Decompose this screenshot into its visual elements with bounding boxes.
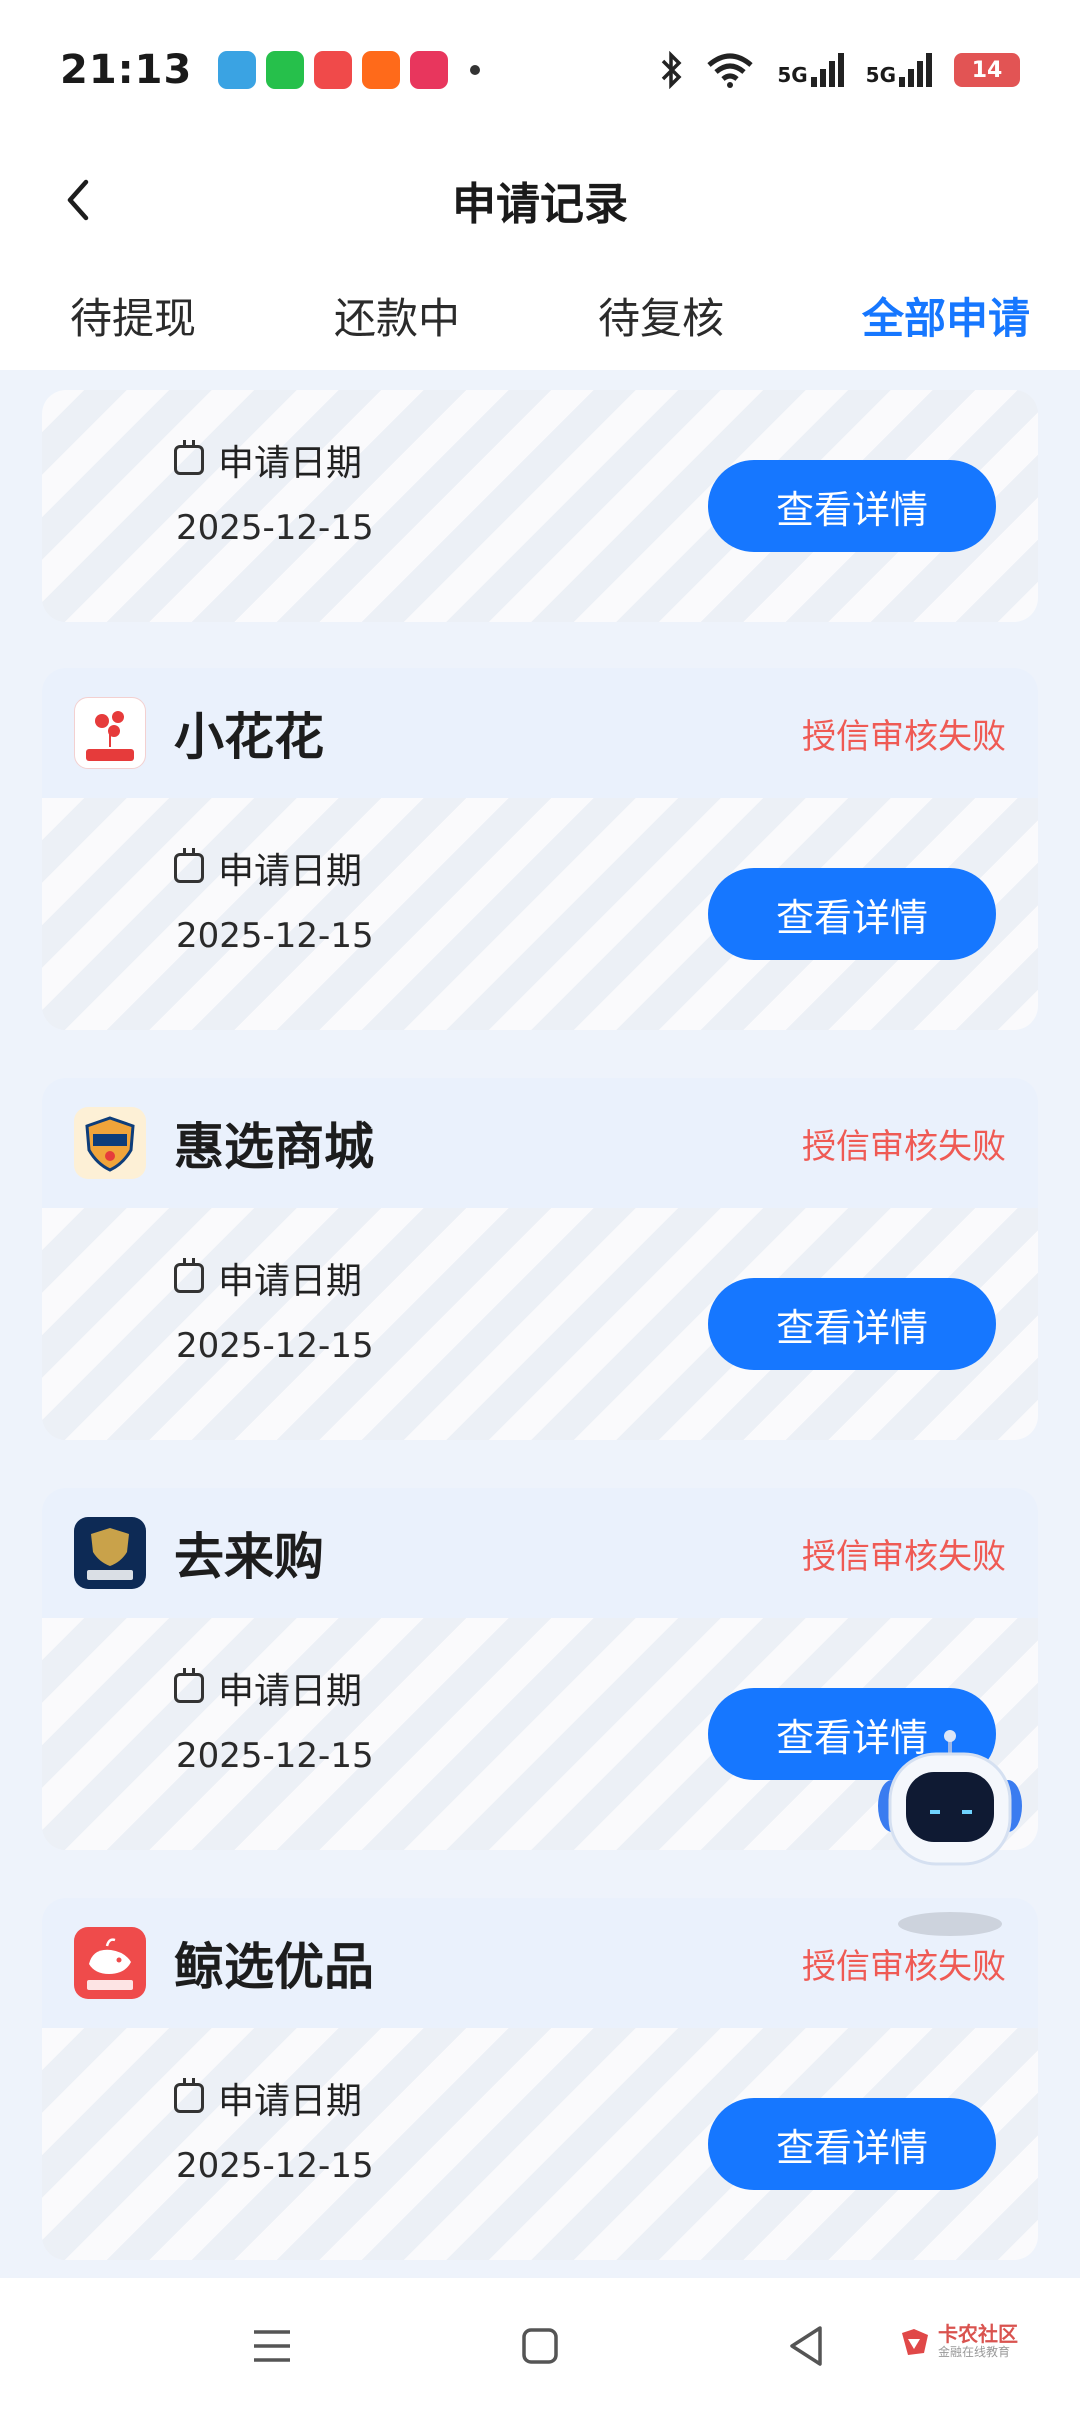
view-details-button[interactable]: 查看详情 bbox=[708, 1278, 996, 1370]
tab-repaying[interactable]: 还款中 bbox=[334, 285, 460, 346]
calendar-icon bbox=[174, 2078, 204, 2113]
more-notifications-icon bbox=[470, 65, 481, 75]
application-date: 2025-12-15 bbox=[176, 1736, 374, 1776]
date-label: 申请日期 bbox=[174, 842, 362, 894]
back-nav-icon[interactable] bbox=[778, 2318, 834, 2374]
date-label-text: 申请日期 bbox=[218, 1671, 363, 1712]
app-name: 鲸选优品 bbox=[174, 1938, 374, 1996]
page-title: 申请记录 bbox=[452, 179, 628, 230]
watermark-subtext: 金融在线教育 bbox=[938, 2345, 1011, 2359]
watermark-text: 卡农社区 bbox=[938, 2322, 1018, 2346]
notification-icons bbox=[218, 51, 481, 89]
menu-icon[interactable] bbox=[244, 2318, 300, 2374]
status-badge: 授信审核失败 bbox=[802, 1536, 1006, 1577]
network-type-1: 5G bbox=[777, 63, 808, 87]
application-date: 2025-12-15 bbox=[176, 1326, 374, 1366]
status-badge: 授信审核失败 bbox=[802, 1126, 1006, 1167]
app-name: 小花花 bbox=[174, 708, 324, 766]
tab-pending-review[interactable]: 待复核 bbox=[598, 285, 724, 346]
status-badge: 授信审核失败 bbox=[802, 716, 1006, 757]
kuaishou-app-icon bbox=[362, 51, 401, 89]
application-list[interactable]: 申请日期 2025-12-15 查看详情 小花花 授信审核失败 申请日期 202… bbox=[0, 370, 1080, 2278]
xiaohuahua-logo-icon bbox=[74, 697, 146, 769]
date-label-text: 申请日期 bbox=[218, 443, 363, 484]
watermark: 卡农社区 金融在线教育 bbox=[898, 2324, 1018, 2361]
application-date: 2025-12-15 bbox=[176, 508, 374, 548]
tab-all-applications[interactable]: 全部申请 bbox=[862, 285, 1030, 346]
calendar-icon bbox=[174, 1258, 204, 1293]
calendar-icon bbox=[174, 1668, 204, 1703]
status-bar: 21:13 5G 5G 14 bbox=[0, 0, 1080, 140]
card-header: 惠选商城 授信审核失败 bbox=[42, 1078, 1038, 1208]
application-date: 2025-12-15 bbox=[176, 916, 374, 956]
status-badge: 授信审核失败 bbox=[802, 1946, 1006, 1987]
date-label-text: 申请日期 bbox=[218, 2081, 363, 2122]
app-name: 去来购 bbox=[174, 1528, 324, 1586]
card-header: 小花花 授信审核失败 bbox=[42, 668, 1038, 798]
huixuan-mall-logo-icon bbox=[74, 1107, 146, 1179]
date-label: 申请日期 bbox=[174, 434, 362, 486]
signal-2-icon: 5G bbox=[866, 53, 932, 87]
date-label: 申请日期 bbox=[174, 1252, 362, 1304]
date-label: 申请日期 bbox=[174, 1662, 362, 1714]
card-body: 申请日期 2025-12-15 查看详情 bbox=[42, 798, 1038, 1030]
wifi-icon bbox=[707, 53, 753, 88]
date-label-text: 申请日期 bbox=[218, 851, 363, 892]
jingxuan-logo-icon bbox=[74, 1927, 146, 1999]
view-details-button[interactable]: 查看详情 bbox=[708, 460, 996, 552]
calendar-icon bbox=[174, 440, 204, 475]
application-card: 申请日期 2025-12-15 查看详情 bbox=[42, 390, 1038, 622]
card-header: 鲸选优品 授信审核失败 bbox=[42, 1898, 1038, 2028]
application-card: 小花花 授信审核失败 申请日期 2025-12-15 查看详情 bbox=[42, 668, 1038, 1030]
status-time: 21:13 bbox=[60, 47, 193, 93]
bluetooth-icon bbox=[662, 51, 682, 89]
shop-app-icon bbox=[410, 51, 449, 89]
tab-bar: 待提现 还款中 待复核 全部申请 bbox=[0, 260, 1080, 370]
robot-shadow bbox=[898, 1912, 1002, 1936]
card-body: 申请日期 2025-12-15 查看详情 bbox=[42, 1208, 1038, 1440]
date-label-text: 申请日期 bbox=[218, 1261, 363, 1302]
battery-icon: 14 bbox=[954, 53, 1020, 87]
home-icon[interactable] bbox=[512, 2318, 568, 2374]
app-name: 惠选商城 bbox=[174, 1118, 374, 1176]
system-nav-bar: 卡农社区 金融在线教育 bbox=[0, 2278, 1080, 2412]
calendar-icon bbox=[174, 848, 204, 883]
status-right: 5G 5G 14 bbox=[659, 51, 1020, 89]
iqiyi-app-icon bbox=[266, 51, 305, 89]
nav-bar: 申请记录 bbox=[0, 140, 1080, 260]
back-arrow-icon[interactable] bbox=[52, 170, 112, 230]
qulaigou-logo-icon bbox=[74, 1517, 146, 1589]
robot-assistant-icon[interactable] bbox=[870, 1728, 1030, 1878]
application-card: 惠选商城 授信审核失败 申请日期 2025-12-15 查看详情 bbox=[42, 1078, 1038, 1440]
date-label: 申请日期 bbox=[174, 2072, 362, 2124]
card-body: 申请日期 2025-12-15 查看详情 bbox=[42, 2028, 1038, 2260]
tab-pending-withdrawal[interactable]: 待提现 bbox=[70, 285, 196, 346]
card-header: 去来购 授信审核失败 bbox=[42, 1488, 1038, 1618]
application-card: 鲸选优品 授信审核失败 申请日期 2025-12-15 查看详情 bbox=[42, 1898, 1038, 2260]
card-body: 申请日期 2025-12-15 查看详情 bbox=[42, 390, 1038, 622]
watermark-logo-icon bbox=[902, 2329, 928, 2356]
signal-1-icon: 5G bbox=[777, 53, 844, 87]
view-details-button[interactable]: 查看详情 bbox=[708, 868, 996, 960]
network-type-2: 5G bbox=[865, 63, 896, 87]
telegram-app-icon bbox=[218, 51, 257, 89]
video-app-icon bbox=[314, 51, 353, 89]
view-details-button[interactable]: 查看详情 bbox=[708, 2098, 996, 2190]
application-date: 2025-12-15 bbox=[176, 2146, 374, 2186]
